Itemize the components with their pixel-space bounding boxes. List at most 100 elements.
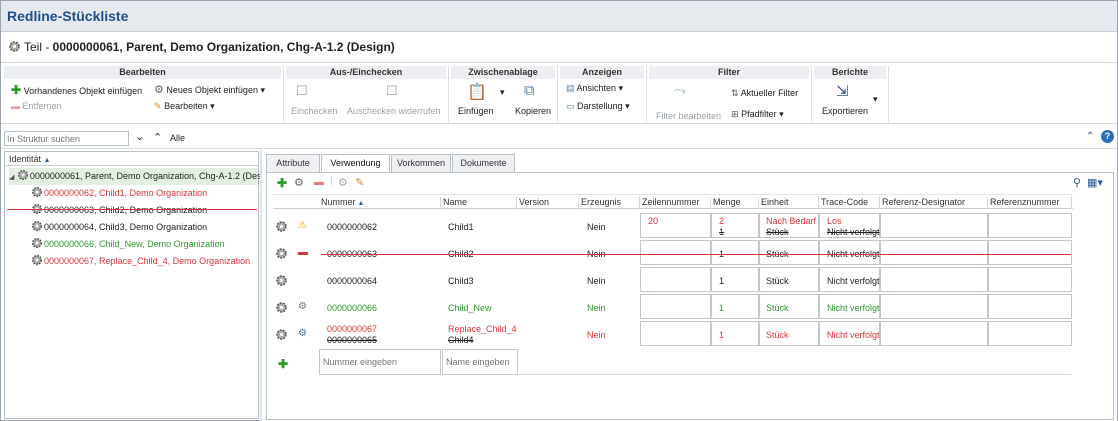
table-cell: Stück xyxy=(766,303,789,313)
export-button[interactable]: Exportieren xyxy=(822,106,868,116)
cell-box[interactable] xyxy=(988,321,1072,346)
paste-button[interactable]: Einfügen xyxy=(458,106,494,116)
tree-expand-icon[interactable]: ◢ xyxy=(9,174,14,181)
detail-pane: Attribute Verwendung Vorkommen Dokumente… xyxy=(262,149,1117,421)
ribbon-group-filter: Filter ⤳ Filter bearbeiten ⇅ Aktueller F… xyxy=(649,66,812,122)
column-header-referenznummer[interactable]: Referenznummer xyxy=(990,197,1072,209)
current-filter-button[interactable]: ⇅ Aktueller Filter xyxy=(731,88,798,99)
remove-button[interactable]: ▬ Entfernen xyxy=(11,101,62,111)
table-cell: 0000000065 xyxy=(327,335,378,345)
tree-item[interactable]: 0000000063, Child2, Demo Organization xyxy=(31,202,258,219)
add-existing-button[interactable]: ✚ Vorhandenes Objekt einfügen xyxy=(11,83,142,97)
tree-item[interactable]: 0000000067, Replace_Child_4, Demo Organi… xyxy=(31,253,258,270)
display-button[interactable]: ▭ Darstellung ▾ xyxy=(566,101,630,112)
table-cell: Child1 xyxy=(448,222,474,232)
ribbon-group-views: Anzeigen ▤ Ansichten ▾ ▭ Darstellung ▾ xyxy=(560,66,647,122)
add-row-icon[interactable]: ✚ xyxy=(278,357,288,371)
table-cell: Child4 xyxy=(448,335,474,345)
structure-tree: Identität ▲ ◢ 0000000061, Parent, Demo O… xyxy=(4,151,262,419)
path-filter-icon: ⊞ xyxy=(731,109,739,119)
column-header-menge[interactable]: Menge xyxy=(713,197,759,209)
group-title: Berichte xyxy=(814,66,886,79)
search-bar: ⌄ ⌃ Alle ⌃ ? xyxy=(1,127,1117,149)
views-icon: ▤ xyxy=(566,83,575,93)
cell-box[interactable] xyxy=(880,213,988,238)
filter-edit-button[interactable]: Filter bearbeiten xyxy=(656,111,721,121)
cell-box[interactable] xyxy=(640,267,711,292)
new-number-input[interactable] xyxy=(319,349,441,375)
tab-verwendung[interactable]: Verwendung xyxy=(321,154,390,173)
tab-vorkommen[interactable]: Vorkommen xyxy=(391,154,451,172)
tree-root-item[interactable]: ◢ 0000000061, Parent, Demo Organization,… xyxy=(9,168,262,185)
checkin-button[interactable]: Einchecken xyxy=(291,106,338,116)
column-header-zeilennummer[interactable]: Zeilennummer xyxy=(642,197,711,209)
paste-dropdown-icon[interactable]: ▾ xyxy=(500,87,505,98)
ribbon-group-clipboard: Zwischenablage 📋 ▾ ⧉ Einfügen Kopieren xyxy=(451,66,558,122)
collapse-icon[interactable]: ⌃ xyxy=(1086,131,1094,142)
table-cell: 1 xyxy=(719,276,725,286)
search-icon[interactable]: ⚲ xyxy=(1073,176,1081,189)
edit-button[interactable]: ✎ Bearbeiten ▾ xyxy=(154,101,215,112)
cell-box[interactable] xyxy=(988,240,1072,265)
title-bar: Redline-Stückliste xyxy=(1,1,1117,32)
tab-dokumente[interactable]: Dokumente xyxy=(452,154,515,172)
group-title: Anzeigen xyxy=(560,66,644,79)
redline-bom-window: Redline-Stückliste Teil - 0000000061, Pa… xyxy=(0,0,1118,421)
add-new-button[interactable]: ⚙ Neues Objekt einfügen ▾ xyxy=(154,83,265,96)
search-all-label[interactable]: Alle xyxy=(170,133,185,143)
table-cell: Child_New xyxy=(448,303,492,313)
column-header-name[interactable]: Name xyxy=(443,197,517,209)
new-name-input[interactable] xyxy=(442,349,518,375)
ribbon-group-reports: Berichte ⇲ ▾ Exportieren xyxy=(814,66,889,122)
path-filter-button[interactable]: ⊞ Pfadfilter ▾ xyxy=(731,109,784,120)
columns-icon[interactable]: ▦▾ xyxy=(1087,176,1103,189)
cell-box[interactable] xyxy=(640,294,711,319)
column-header-trace-code[interactable]: Trace-Code xyxy=(821,197,880,209)
cell-box[interactable] xyxy=(988,213,1072,238)
tree-item[interactable]: 0000000066, Child_New, Demo Organization xyxy=(31,236,258,253)
part-gear-icon xyxy=(31,237,43,249)
undo-checkout-icon: ☐ xyxy=(386,83,398,98)
cell-box[interactable] xyxy=(640,240,711,265)
cell-box[interactable] xyxy=(988,267,1072,292)
cell-box[interactable] xyxy=(880,267,988,292)
part-gear-icon xyxy=(17,169,29,181)
page-header: Teil - 0000000061, Parent, Demo Organiza… xyxy=(1,32,1117,63)
tab-attribute[interactable]: Attribute xyxy=(266,154,320,172)
views-button[interactable]: ▤ Ansichten ▾ xyxy=(566,83,623,94)
add-new-row-icon[interactable]: ⚙ xyxy=(294,176,304,189)
cell-box[interactable] xyxy=(880,294,988,319)
window-title: Redline-Stückliste xyxy=(7,8,129,24)
cell-box[interactable] xyxy=(988,294,1072,319)
cell-box[interactable] xyxy=(640,321,711,346)
table-cell: Nein xyxy=(587,276,606,286)
chevron-down-icon[interactable]: ⌄ xyxy=(135,130,144,143)
help-icon[interactable]: ? xyxy=(1101,130,1114,143)
tree-item-label: 0000000063, Child2, Demo Organization xyxy=(44,205,208,215)
tree-item[interactable]: 0000000062, Child1, Demo Organization xyxy=(31,185,258,202)
new-row-line xyxy=(519,374,1071,375)
column-header-einheit[interactable]: Einheit xyxy=(761,197,819,209)
copy-button[interactable]: Kopieren xyxy=(515,106,551,116)
tree-column-header[interactable]: Identität ▲ xyxy=(5,152,258,166)
group-title: Zwischenablage xyxy=(451,66,555,79)
table-cell: 20 xyxy=(648,216,659,226)
chevron-up-icon[interactable]: ⌃ xyxy=(153,131,162,144)
search-input[interactable] xyxy=(4,131,129,146)
ribbon: Bearbeiten ✚ Vorhandenes Objekt einfügen… xyxy=(1,63,1117,124)
export-dropdown-icon[interactable]: ▾ xyxy=(873,94,878,105)
column-header-erzeugnis[interactable]: Erzeugnis xyxy=(581,197,640,209)
add-row-icon[interactable]: ✚ xyxy=(277,176,287,190)
gear-icon[interactable]: ⚙ xyxy=(338,176,348,189)
remove-row-icon[interactable]: ▬ xyxy=(314,177,324,188)
undo-checkout-button[interactable]: Auschecken widerrufen xyxy=(347,106,441,116)
column-header-nummer[interactable]: Nummer ▲ xyxy=(321,197,441,209)
edit-row-icon[interactable]: ✎ xyxy=(355,176,364,189)
cell-box[interactable] xyxy=(880,240,988,265)
group-title: Aus-/Einchecken xyxy=(286,66,446,79)
column-header-referenz-designator[interactable]: Referenz-Designator xyxy=(882,197,988,209)
column-header-version[interactable]: Version xyxy=(519,197,579,209)
minus-icon: ▬ xyxy=(11,101,20,111)
tree-item[interactable]: 0000000064, Child3, Demo Organization xyxy=(31,219,258,236)
cell-box[interactable] xyxy=(880,321,988,346)
